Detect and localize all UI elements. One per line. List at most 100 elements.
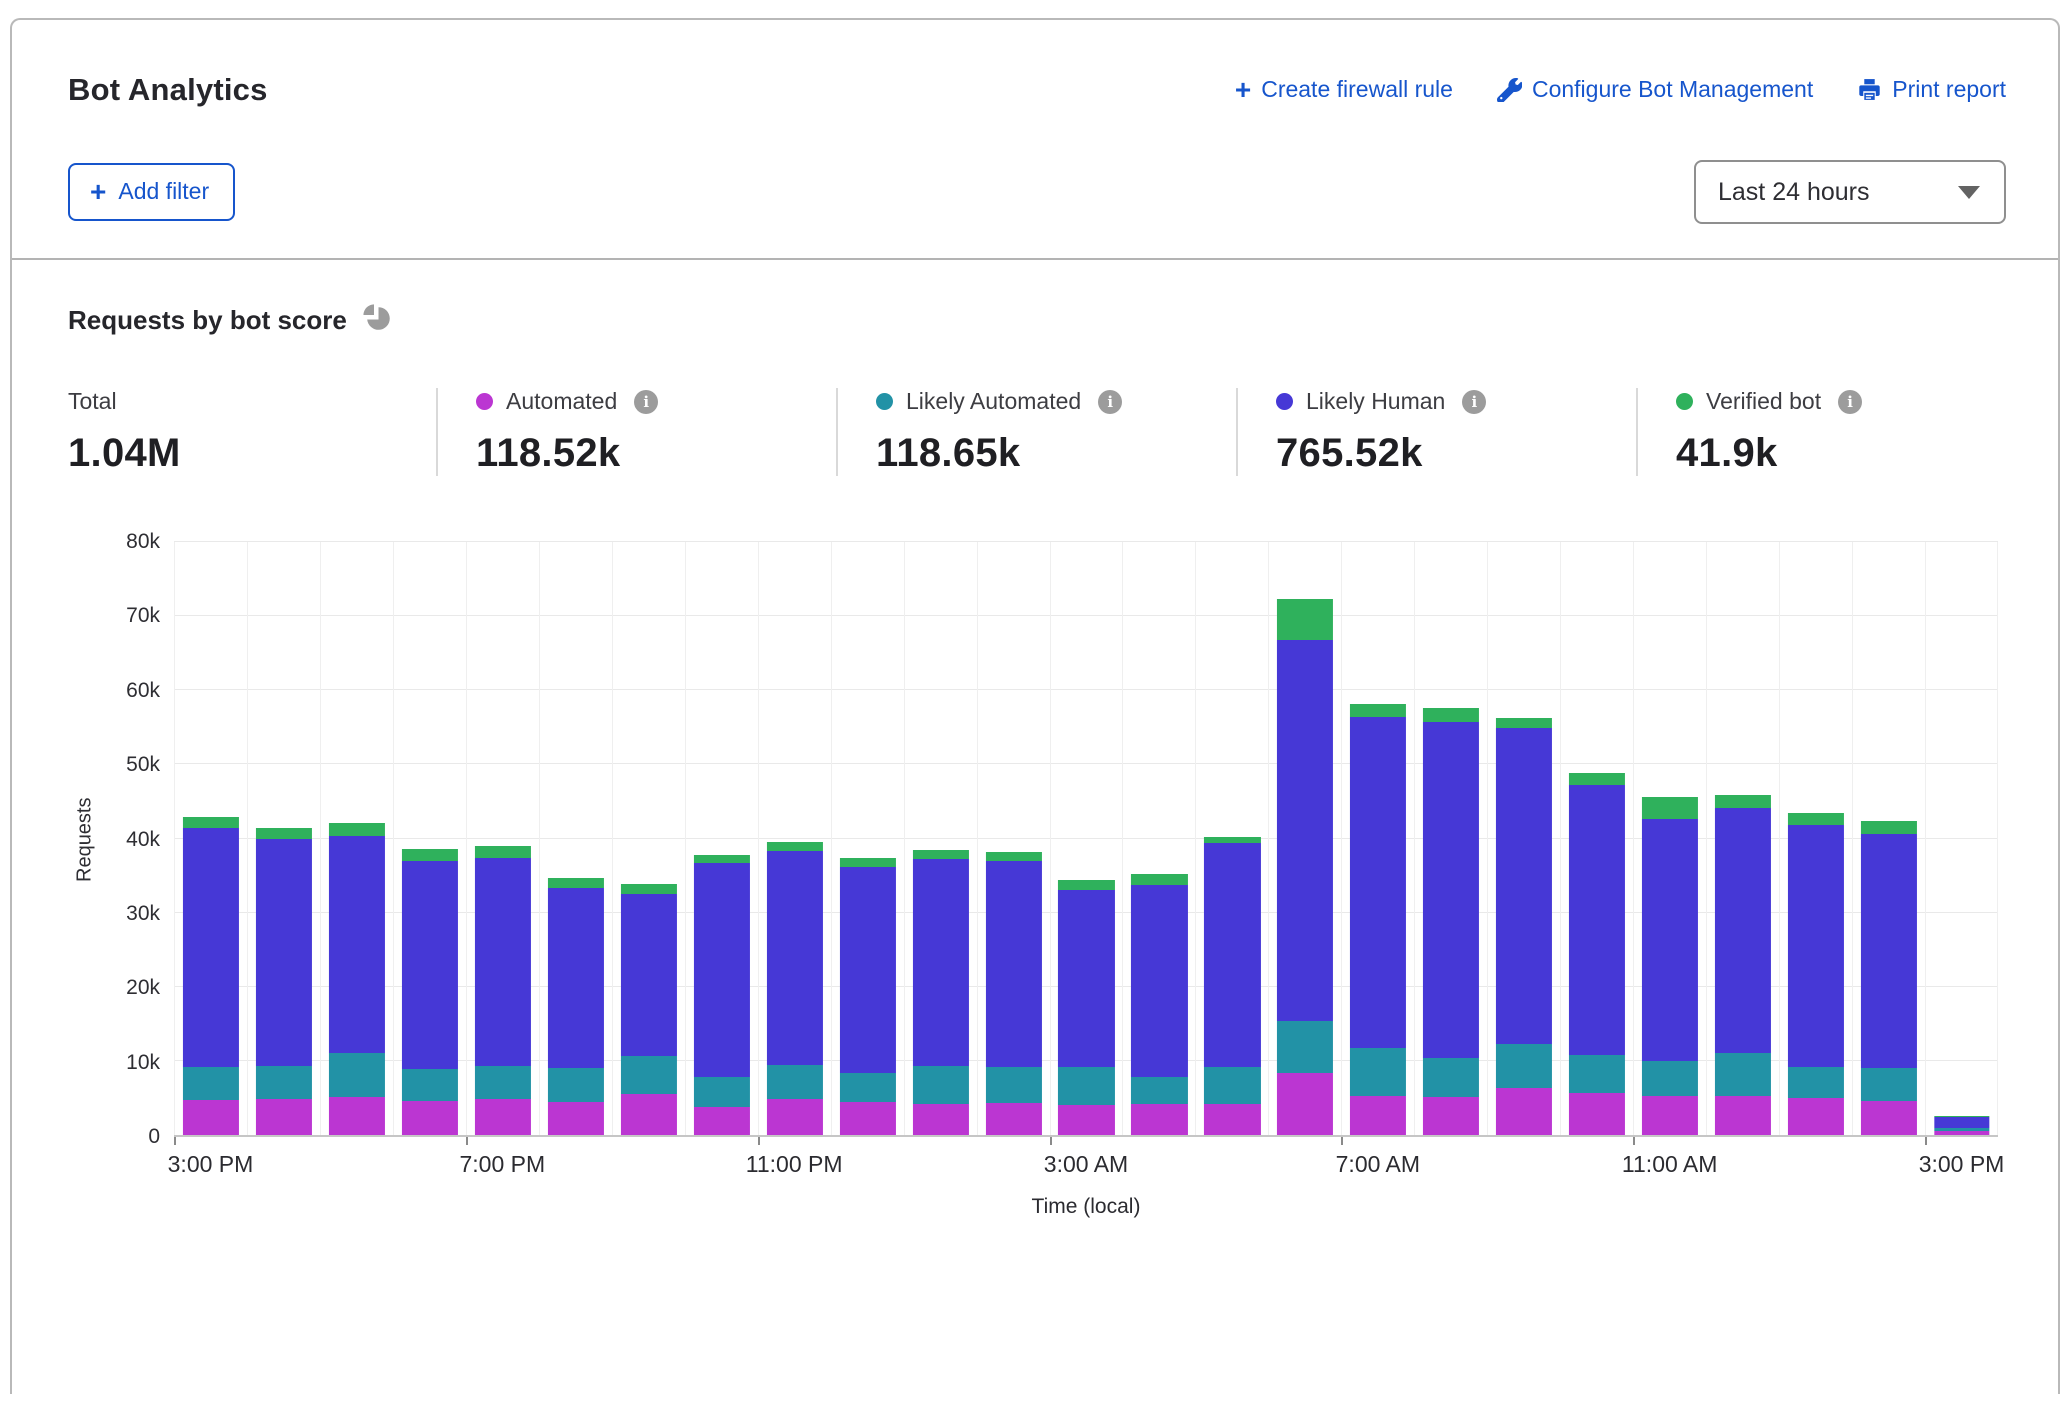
segment-verified-bot[interactable] [621,884,677,894]
segment-verified-bot[interactable] [1277,599,1333,641]
segment-likely-automated[interactable] [548,1068,604,1101]
segment-likely-automated[interactable] [1496,1044,1552,1088]
segment-automated[interactable] [548,1102,604,1135]
segment-automated[interactable] [1277,1073,1333,1135]
segment-likely-automated[interactable] [329,1053,385,1097]
segment-automated[interactable] [1496,1088,1552,1135]
segment-likely-human[interactable] [1131,885,1187,1077]
segment-likely-automated[interactable] [985,1067,1041,1103]
segment-likely-human[interactable] [1058,890,1114,1066]
segment-likely-automated[interactable] [1861,1068,1917,1101]
print-report-link[interactable]: Print report [1857,76,2006,103]
bar-12-00-am[interactable] [840,858,896,1135]
segment-automated[interactable] [694,1107,750,1135]
bar-10-00-am[interactable] [1569,773,1625,1135]
configure-bot-management-link[interactable]: Configure Bot Management [1497,76,1813,103]
segment-likely-automated[interactable] [475,1066,531,1099]
segment-automated[interactable] [1934,1131,1989,1135]
segment-automated[interactable] [1058,1105,1114,1135]
segment-likely-automated[interactable] [1423,1058,1479,1097]
bar-11-00-am[interactable] [1642,797,1698,1135]
segment-likely-human[interactable] [621,894,677,1056]
segment-verified-bot[interactable] [1642,797,1698,819]
segment-likely-human[interactable] [183,828,239,1067]
bar-10-00-pm[interactable] [694,855,750,1135]
segment-verified-bot[interactable] [183,817,239,827]
segment-likely-automated[interactable] [1204,1067,1260,1103]
segment-automated[interactable] [256,1099,312,1135]
segment-likely-human[interactable] [1204,843,1260,1067]
segment-automated[interactable] [985,1103,1041,1135]
segment-likely-human[interactable] [1788,825,1844,1067]
segment-verified-bot[interactable] [1861,821,1917,834]
segment-verified-bot[interactable] [767,842,823,851]
create-firewall-rule-link[interactable]: + Create firewall rule [1235,76,1453,103]
segment-automated[interactable] [329,1097,385,1135]
segment-likely-human[interactable] [256,839,312,1066]
segment-likely-human[interactable] [1569,785,1625,1055]
segment-verified-bot[interactable] [1204,837,1260,844]
info-icon[interactable]: i [1462,390,1486,414]
bar-9-00-pm[interactable] [621,884,677,1135]
segment-automated[interactable] [1204,1104,1260,1135]
segment-likely-automated[interactable] [1350,1048,1406,1096]
segment-automated[interactable] [1131,1104,1187,1135]
segment-likely-human[interactable] [1277,640,1333,1021]
segment-verified-bot[interactable] [694,855,750,862]
add-filter-button[interactable]: + Add filter [68,163,235,221]
segment-likely-human[interactable] [475,858,531,1066]
segment-likely-human[interactable] [1861,834,1917,1068]
bar-3-00-pm[interactable] [1934,1116,1989,1135]
bar-1-00-pm[interactable] [1788,813,1844,1135]
segment-likely-automated[interactable] [402,1069,458,1101]
segment-automated[interactable] [1642,1096,1698,1135]
segment-likely-automated[interactable] [183,1067,239,1100]
bar-2-00-pm[interactable] [1861,821,1917,1135]
segment-automated[interactable] [1788,1098,1844,1135]
segment-likely-automated[interactable] [1131,1077,1187,1104]
info-icon[interactable]: i [1098,390,1122,414]
segment-likely-human[interactable] [329,836,385,1053]
segment-likely-human[interactable] [913,859,969,1066]
segment-likely-automated[interactable] [1642,1061,1698,1096]
segment-likely-human[interactable] [767,851,823,1065]
segment-verified-bot[interactable] [1131,874,1187,885]
bar-4-00-pm[interactable] [256,828,312,1135]
bar-3-00-pm[interactable] [183,817,239,1135]
segment-verified-bot[interactable] [548,878,604,888]
segment-verified-bot[interactable] [1569,773,1625,786]
segment-automated[interactable] [621,1094,677,1135]
segment-likely-automated[interactable] [256,1066,312,1099]
segment-likely-automated[interactable] [1569,1055,1625,1093]
segment-verified-bot[interactable] [1788,813,1844,825]
segment-likely-human[interactable] [1423,722,1479,1057]
segment-automated[interactable] [1715,1096,1771,1135]
segment-likely-automated[interactable] [840,1073,896,1103]
segment-verified-bot[interactable] [475,846,531,859]
segment-automated[interactable] [1350,1096,1406,1135]
segment-verified-bot[interactable] [329,823,385,836]
segment-verified-bot[interactable] [1715,795,1771,808]
segment-likely-automated[interactable] [1788,1067,1844,1098]
segment-automated[interactable] [475,1099,531,1135]
bar-7-00-pm[interactable] [475,846,531,1135]
segment-likely-human[interactable] [1642,819,1698,1061]
bar-5-00-pm[interactable] [329,823,385,1135]
segment-likely-human[interactable] [1934,1117,1989,1128]
segment-likely-automated[interactable] [767,1065,823,1099]
segment-likely-automated[interactable] [1715,1053,1771,1096]
segment-likely-automated[interactable] [694,1077,750,1107]
segment-verified-bot[interactable] [840,858,896,867]
segment-verified-bot[interactable] [402,849,458,860]
bar-9-00-am[interactable] [1496,718,1552,1135]
bar-8-00-pm[interactable] [548,878,604,1135]
segment-automated[interactable] [1569,1093,1625,1135]
info-icon[interactable]: i [1838,390,1862,414]
bar-7-00-am[interactable] [1350,704,1406,1135]
segment-likely-human[interactable] [694,863,750,1077]
segment-likely-human[interactable] [402,861,458,1069]
segment-likely-human[interactable] [1350,717,1406,1048]
segment-verified-bot[interactable] [1423,708,1479,722]
segment-likely-human[interactable] [1496,728,1552,1044]
segment-automated[interactable] [1423,1097,1479,1135]
